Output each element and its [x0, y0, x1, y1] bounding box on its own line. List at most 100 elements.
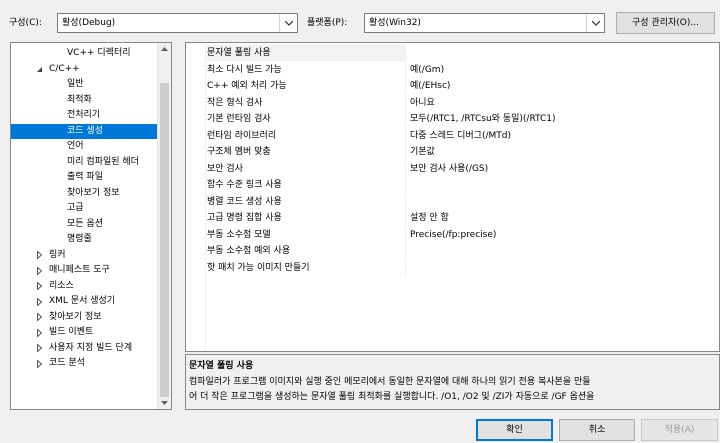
property-category-tree[interactable]: VC++ 디렉터리 C/C++ 일반최적화 전처리기코드 생성언어미리 컴파일된 헤더… [10, 42, 172, 410]
description-line: 컴파일러가 프로그램 이미지와 실행 중인 메모리에서 동일한 문자열에 대해 … [189, 377, 591, 387]
tree-item-label: 사용자 지정 빌드 단계 [49, 342, 133, 353]
expanded-triangle-icon[interactable] [35, 62, 43, 77]
apply-button[interactable]: 적용(A) [641, 419, 718, 441]
property-name: 문자열 풀링 사용 [207, 45, 406, 61]
chevron-down-icon [586, 14, 604, 32]
scroll-up-icon[interactable] [158, 43, 171, 55]
collapsed-triangle-icon[interactable] [35, 341, 43, 356]
tree-item-label: 찾아보기 정보 [49, 311, 102, 322]
tree-item-label: 전처리기 [67, 110, 101, 120]
property-value[interactable]: 보안 검사 사용(/GS) [410, 161, 488, 177]
tree-item[interactable]: 출력 파일 [11, 170, 159, 186]
configuration-dropdown[interactable]: 활성(Debug) [57, 13, 298, 33]
tree-item-label: 링커 [49, 249, 66, 260]
tree-item-label: 찾아보기 정보 [67, 187, 120, 198]
property-row[interactable]: 최소 다시 빌드 가능 예(/Gm) [186, 61, 719, 79]
property-name: 고급 명령 집합 사용 [207, 210, 406, 226]
description-title: 문자열 풀링 사용 [189, 361, 254, 371]
collapsed-triangle-icon[interactable] [35, 310, 43, 325]
tree-item[interactable]: 코드 생성 [11, 123, 159, 139]
property-name: 부동 소수점 모델 [207, 226, 406, 243]
tree-item[interactable]: 찾아보기 정보 [11, 310, 159, 326]
property-value[interactable]: 예(/Gm) [410, 62, 444, 78]
tree-item-label: 일반 [67, 79, 84, 89]
property-name: 부동 소수점 예외 사용 [207, 243, 406, 259]
tree-item[interactable]: 언어 [11, 139, 159, 155]
tree-item[interactable]: 고급 [11, 201, 159, 217]
tree-item[interactable]: 명령줄 [11, 232, 159, 248]
property-name: 작은 형식 검사 [207, 94, 406, 111]
tree-item[interactable]: 모든 옵션 [11, 217, 159, 233]
tree-item-label: 언어 [67, 141, 84, 151]
tree-item[interactable]: 일반 [11, 77, 159, 93]
property-row[interactable]: 문자열 풀링 사용 [186, 45, 719, 62]
property-row[interactable]: 부동 소수점 예외 사용 [186, 243, 719, 260]
property-row[interactable]: 부동 소수점 모델 Precise(/fp:precise) [186, 226, 719, 244]
tree-item-label: XML 문서 생성기 [49, 296, 116, 306]
scrollbar-thumb[interactable] [160, 83, 169, 397]
property-row[interactable]: 런타임 라이브러리 다중 스레드 디버그(/MTd) [186, 127, 719, 145]
tree-item[interactable]: VC++ 디렉터리 [11, 46, 159, 62]
property-value[interactable]: Precise(/fp:precise) [410, 227, 496, 243]
tree-item-label: 출력 파일 [67, 172, 103, 182]
tree-item-label: 코드 분석 [49, 358, 85, 368]
property-grid[interactable]: 문자열 풀링 사용 최소 다시 빌드 가능 예(/Gm) C++ 예외 처리 가능 예(… [185, 42, 720, 352]
property-name: C++ 예외 처리 가능 [207, 78, 406, 94]
tree-item[interactable]: 링커 [11, 248, 159, 264]
collapsed-triangle-icon[interactable] [35, 263, 43, 278]
tree-item[interactable]: XML 문서 생성기 [11, 294, 159, 310]
collapsed-triangle-icon[interactable] [35, 279, 43, 294]
tree-item[interactable]: 코드 분석 [11, 356, 159, 372]
property-value[interactable]: 모두(/RTC1, /RTCsu와 동일)(/RTC1) [410, 111, 556, 127]
tree-item[interactable]: C/C++ [11, 62, 159, 78]
property-row[interactable]: 작은 형식 검사 아니요 [186, 94, 719, 112]
tree-item[interactable]: 최적화 [11, 93, 159, 109]
collapsed-triangle-icon[interactable] [35, 325, 43, 340]
description-line: 어 더 작은 프로그램을 생성하는 문자열 풀링 최적화를 실행합니다. /O1… [189, 392, 595, 402]
collapsed-triangle-icon[interactable] [35, 356, 43, 371]
property-row[interactable]: 병렬 코드 생성 사용 [186, 193, 719, 211]
tree-item-label: 고급 [67, 203, 84, 213]
scroll-down-icon[interactable] [158, 397, 171, 409]
chevron-down-icon [279, 14, 297, 32]
property-row[interactable]: 보안 검사 보안 검사 사용(/GS) [186, 160, 719, 178]
tree-item[interactable]: 찾아보기 정보 [11, 186, 159, 202]
property-name: 런타임 라이브러리 [207, 127, 406, 144]
ok-button[interactable]: 확인 [476, 419, 553, 441]
configuration-label: 구성(C): [9, 18, 42, 28]
tree-item[interactable]: 리소스 [11, 279, 159, 295]
tree-item[interactable]: 전처리기 [11, 108, 159, 124]
tree-item[interactable]: 매니페스트 도구 [11, 263, 159, 279]
platform-label: 플랫폼(P): [307, 18, 348, 28]
tree-item[interactable]: 미리 컴파일된 헤더 [11, 155, 159, 171]
tree-item-label: 명령줄 [67, 234, 92, 244]
tree-item[interactable]: 빌드 이벤트 [11, 325, 159, 341]
property-value[interactable]: 기본값 [410, 144, 435, 160]
tree-scrollbar[interactable] [157, 43, 171, 409]
property-row[interactable]: 함수 수준 링크 사용 [186, 177, 719, 194]
description-panel: 문자열 풀링 사용 컴파일러가 프로그램 이미지와 실행 중인 메모리에서 동일… [185, 354, 720, 410]
property-name: 최소 다시 빌드 가능 [207, 61, 406, 78]
property-row[interactable]: C++ 예외 처리 가능 예(/EHsc) [186, 78, 719, 95]
tree-item[interactable]: 사용자 지정 빌드 단계 [11, 341, 159, 357]
tree-item-label: 코드 생성 [67, 125, 103, 136]
configuration-manager-button[interactable]: 구성 관리자(O)... [616, 12, 715, 34]
collapsed-triangle-icon[interactable] [35, 294, 43, 309]
property-value[interactable]: 다중 스레드 디버그(/MTd) [410, 128, 511, 144]
property-row[interactable]: 고급 명령 집합 사용 설정 안 함 [186, 210, 719, 227]
tree-item-label: 빌드 이벤트 [49, 327, 94, 337]
property-name: 핫 패치 가능 이미지 만들기 [207, 259, 406, 276]
property-value[interactable]: 아니요 [410, 95, 435, 111]
property-row[interactable]: 구조체 멤버 맞춤 기본값 [186, 144, 719, 161]
platform-dropdown[interactable]: 활성(Win32) [364, 13, 605, 33]
cancel-button[interactable]: 취소 [559, 419, 635, 441]
collapsed-triangle-icon[interactable] [35, 248, 43, 263]
property-name: 병렬 코드 생성 사용 [207, 193, 406, 210]
tree-item-label: 리소스 [49, 280, 74, 291]
tree-item-label: 모든 옵션 [67, 218, 103, 229]
property-value[interactable]: 설정 안 함 [410, 210, 449, 226]
property-value[interactable]: 예(/EHsc) [410, 78, 450, 94]
property-row[interactable]: 기본 런타임 검사 모두(/RTC1, /RTCsu와 동일)(/RTC1) [186, 111, 719, 128]
property-row[interactable]: 핫 패치 가능 이미지 만들기 [186, 259, 719, 277]
tree-item-label: 미리 컴파일된 헤더 [67, 156, 139, 167]
